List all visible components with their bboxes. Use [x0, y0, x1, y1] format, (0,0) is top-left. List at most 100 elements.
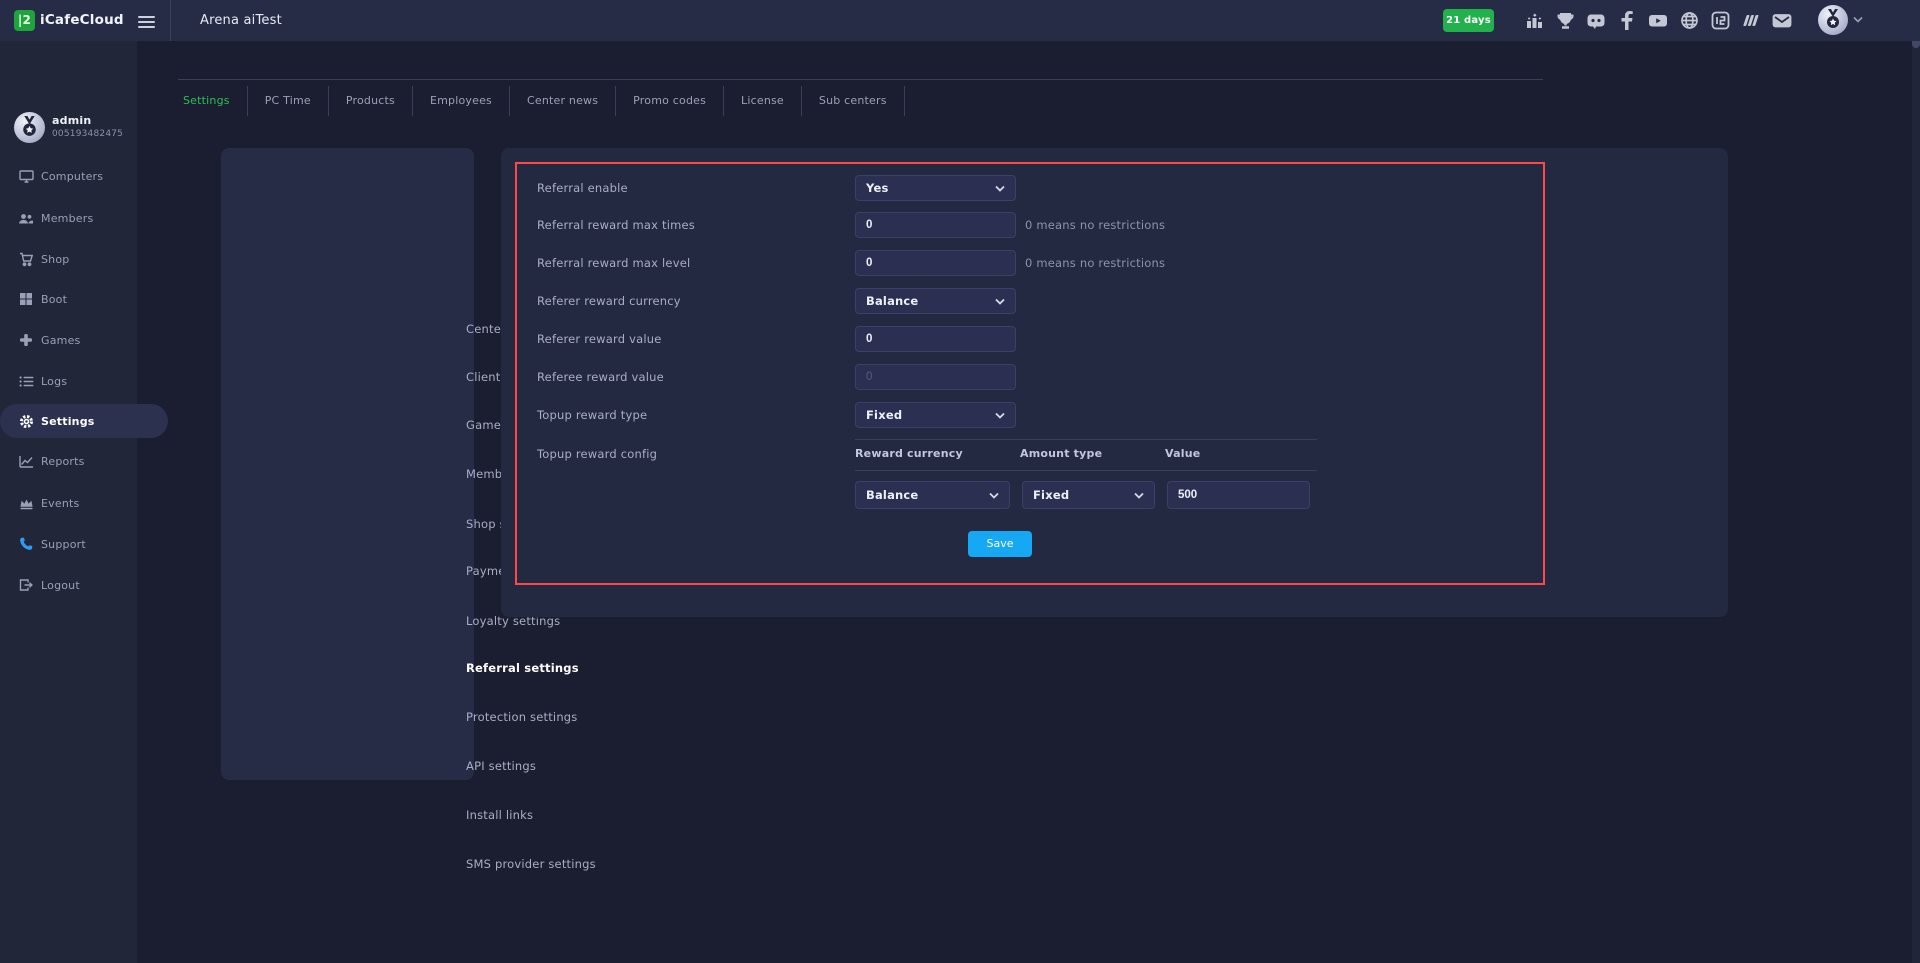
tabs-top-rule [178, 79, 1543, 80]
config-amount-type-select[interactable]: Fixed [1022, 481, 1155, 509]
tab-promo-codes[interactable]: Promo codes [616, 86, 724, 116]
menu-item-referral-settings[interactable]: Referral settings [466, 658, 579, 678]
tab-pc-time[interactable]: PC Time [248, 86, 329, 116]
sidebar-item-label: Shop [41, 253, 69, 266]
referral-reward-max-times-input[interactable] [855, 212, 1016, 238]
chevron-down-icon [995, 298, 1005, 305]
ranking-icon[interactable] [1524, 11, 1544, 30]
sidebar-item-reports[interactable]: Reports [0, 444, 137, 478]
column-header-reward-currency: Reward currency [855, 446, 963, 462]
sidebar-item-games[interactable]: Games [0, 323, 137, 357]
events-icon [18, 495, 34, 511]
config-reward-currency-select[interactable]: Balance [855, 481, 1010, 509]
section-tabs: Settings PC Time Products Employees Cent… [166, 86, 905, 116]
settings-icon [18, 413, 34, 429]
boot-icon [18, 291, 34, 307]
tab-license[interactable]: License [724, 86, 802, 116]
top-bar: |2 iCafeCloud Arena aiTest 21 days [0, 0, 1920, 41]
logs-icon [18, 373, 34, 389]
menu-item-sms-provider-settings[interactable]: SMS provider settings [466, 854, 596, 874]
config-reward-currency-value: Balance [866, 488, 989, 502]
computers-icon [18, 168, 34, 184]
tab-employees[interactable]: Employees [413, 86, 510, 116]
sidebar-user-avatar[interactable] [14, 112, 45, 143]
referee-reward-value-input[interactable] [855, 364, 1016, 390]
brand-name: iCafeCloud [40, 0, 124, 41]
icafecloud-app-icon[interactable] [1710, 11, 1730, 30]
menu-item-install-links[interactable]: Install links [466, 805, 533, 825]
hamburger-menu-icon[interactable] [138, 13, 155, 27]
icafecloud-logo-icon: |2 [14, 10, 35, 31]
center-title: Arena aiTest [200, 0, 282, 41]
tab-sub-centers[interactable]: Sub centers [802, 86, 905, 116]
discord-icon[interactable] [1586, 11, 1606, 30]
user-avatar[interactable] [1818, 5, 1848, 35]
config-table-top-border [855, 439, 1317, 440]
support-icon [18, 536, 34, 552]
config-table-header-border [855, 470, 1317, 471]
save-button[interactable]: Save [968, 531, 1032, 557]
menu-item-api-settings[interactable]: API settings [466, 756, 536, 776]
globe-icon[interactable] [1679, 11, 1699, 30]
sidebar-item-label: Members [41, 212, 93, 225]
referral-reward-max-level-input[interactable] [855, 250, 1016, 276]
settings-menu-panel: Center settings Client settings Game set… [221, 148, 474, 780]
sidebar-item-shop[interactable]: Shop [0, 242, 137, 276]
tab-products[interactable]: Products [329, 86, 413, 116]
sidebar-item-computers[interactable]: Computers [0, 159, 137, 193]
column-header-amount-type: Amount type [1020, 446, 1102, 462]
config-amount-type-value: Fixed [1033, 488, 1134, 502]
trophy-icon[interactable] [1555, 11, 1575, 30]
referer-reward-currency-select[interactable]: Balance [855, 288, 1016, 314]
chevron-down-icon [995, 412, 1005, 419]
page-scrollbar-track[interactable] [1912, 0, 1920, 963]
topbar-icon-row [1524, 11, 1792, 30]
facebook-icon[interactable] [1617, 11, 1637, 30]
field-label-referer-reward-value: Referer reward value [537, 331, 662, 347]
sidebar-item-label: Logout [41, 579, 80, 592]
sidebar-item-logout[interactable]: Logout [0, 568, 137, 602]
field-label-referral-reward-max-level: Referral reward max level [537, 255, 690, 271]
tab-center-news[interactable]: Center news [510, 86, 616, 116]
user-name: admin [52, 114, 91, 127]
shop-icon [18, 251, 34, 267]
referer-reward-value-input[interactable] [855, 326, 1016, 352]
sidebar-item-logs[interactable]: Logs [0, 364, 137, 398]
menu-item-protection-settings[interactable]: Protection settings [466, 707, 578, 727]
youtube-icon[interactable] [1648, 11, 1668, 30]
sidebar-item-boot[interactable]: Boot [0, 282, 137, 316]
field-label-referral-enable: Referral enable [537, 180, 628, 196]
sidebar-item-support[interactable]: Support [0, 527, 137, 561]
user-id: 005193482475 [52, 129, 123, 139]
sidebar-item-label: Support [41, 538, 86, 551]
sidebar-item-label: Reports [41, 455, 85, 468]
helper-text: 0 means no restrictions [1025, 255, 1165, 271]
sidebar-item-label: Boot [41, 293, 67, 306]
chevron-down-icon [1134, 492, 1144, 499]
mail-icon[interactable] [1772, 11, 1792, 30]
topup-reward-type-select[interactable]: Fixed [855, 402, 1016, 428]
referral-enable-select[interactable]: Yes [855, 175, 1016, 201]
sidebar-item-settings[interactable]: Settings [0, 404, 168, 438]
sidebar-item-label: Events [41, 497, 79, 510]
reports-icon [18, 453, 34, 469]
sidebar-item-events[interactable]: Events [0, 486, 137, 520]
partner-logo-icon[interactable] [1741, 11, 1761, 30]
chevron-down-icon[interactable] [1853, 16, 1863, 23]
sidebar-item-members[interactable]: Members [0, 201, 137, 235]
topup-reward-type-value: Fixed [866, 408, 995, 422]
field-label-referee-reward-value: Referee reward value [537, 369, 664, 385]
tab-settings[interactable]: Settings [166, 86, 248, 116]
license-days-badge[interactable]: 21 days [1443, 9, 1494, 32]
sidebar-item-label: Logs [41, 375, 67, 388]
logout-icon [18, 577, 34, 593]
members-icon [18, 210, 34, 226]
main-sidebar: admin 005193482475 Computers Members Sho… [0, 41, 137, 963]
config-value-input[interactable] [1167, 481, 1310, 509]
sidebar-item-label: Settings [41, 415, 95, 428]
helper-text: 0 means no restrictions [1025, 217, 1165, 233]
field-label-referer-reward-currency: Referer reward currency [537, 293, 681, 309]
referral-enable-value: Yes [866, 181, 995, 195]
field-label-referral-reward-max-times: Referral reward max times [537, 217, 695, 233]
chevron-down-icon [989, 492, 999, 499]
